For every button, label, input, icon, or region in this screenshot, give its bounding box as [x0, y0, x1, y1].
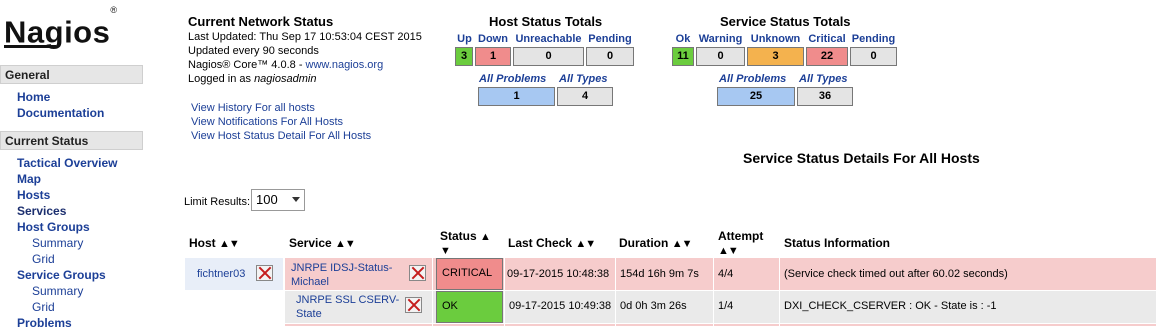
host-up-count[interactable]: 3	[455, 47, 473, 66]
service-critical-count[interactable]: 22	[806, 47, 848, 66]
nav-item-home[interactable]: Home	[17, 90, 50, 104]
nav-item-host-groups-grid[interactable]: Grid	[32, 252, 55, 266]
service-totals-title: Service Status Totals	[720, 14, 851, 29]
nav-item-map[interactable]: Map	[17, 172, 41, 186]
sidebar: Nagios® General Home Documentation Curre…	[0, 0, 145, 330]
notifications-disabled-icon[interactable]	[405, 297, 422, 313]
column-header-host[interactable]: Host ▲▼	[189, 236, 240, 250]
column-divider	[713, 258, 714, 326]
service-header-critical[interactable]: Critical	[806, 33, 848, 45]
column-header-duration[interactable]: Duration ▲▼	[619, 236, 693, 250]
service-all-types-count[interactable]: 36	[797, 87, 853, 106]
network-status-title: Current Network Status	[188, 14, 334, 29]
service-header-unknown[interactable]: Unknown	[747, 33, 804, 45]
nav-item-service-groups[interactable]: Service Groups	[17, 268, 106, 282]
nav-item-service-groups-summary[interactable]: Summary	[32, 284, 83, 298]
host-header-pending[interactable]: Pending	[586, 33, 634, 45]
last-updated-text: Last Updated: Thu Sep 17 10:53:04 CEST 2…	[188, 31, 422, 43]
nav-section-current-status: Current Status	[0, 131, 143, 150]
host-header-unreachable[interactable]: Unreachable	[513, 33, 584, 45]
nav-item-hosts[interactable]: Hosts	[17, 188, 50, 202]
host-all-problems-count[interactable]: 1	[478, 87, 555, 106]
status-badge-ok[interactable]: OK	[436, 291, 503, 323]
column-divider	[779, 258, 780, 326]
service-unknown-count[interactable]: 3	[747, 47, 804, 66]
nav-item-host-groups[interactable]: Host Groups	[17, 220, 90, 234]
last-check-value: 09-17-2015 10:48:38	[507, 268, 610, 280]
column-divider	[615, 258, 616, 326]
service-ok-count[interactable]: 11	[672, 47, 694, 66]
duration-value: 0d 0h 3m 26s	[620, 300, 687, 312]
duration-value: 154d 16h 9m 7s	[620, 268, 699, 280]
service-name-link[interactable]: JNRPE IDSJ-Status- Michael	[291, 261, 392, 289]
host-pending-count[interactable]: 0	[586, 47, 634, 66]
nav-item-host-groups-summary[interactable]: Summary	[32, 236, 83, 250]
service-header-pending[interactable]: Pending	[850, 33, 897, 45]
page-title: Service Status Details For All Hosts	[743, 150, 980, 166]
nav-item-tactical-overview[interactable]: Tactical Overview	[17, 156, 118, 170]
column-header-status-information[interactable]: Status Information	[784, 236, 890, 250]
version-text: Nagios® Core™ 4.0.8 - www.nagios.org	[188, 59, 384, 71]
host-name-link[interactable]: fichtner03	[197, 268, 245, 280]
view-host-status-detail-link[interactable]: View Host Status Detail For All Hosts	[191, 130, 371, 142]
service-all-types-label[interactable]: All Types	[799, 73, 848, 85]
nav-section-general: General	[0, 65, 143, 84]
attempt-value: 4/4	[718, 268, 734, 280]
nav-item-documentation[interactable]: Documentation	[17, 106, 104, 120]
column-divider	[432, 258, 433, 326]
sort-arrows-icon[interactable]: ▲▼	[575, 238, 596, 250]
limit-results-value: 100	[256, 192, 278, 207]
column-divider	[504, 258, 505, 326]
host-unreachable-count[interactable]: 0	[513, 47, 584, 66]
view-notifications-link[interactable]: View Notifications For All Hosts	[191, 116, 343, 128]
limit-results-label: Limit Results:	[184, 196, 251, 208]
host-down-count[interactable]: 1	[475, 47, 511, 66]
host-header-up[interactable]: Up	[456, 33, 473, 45]
service-header-ok[interactable]: Ok	[672, 33, 694, 45]
column-header-last-check[interactable]: Last Check ▲▼	[508, 236, 596, 250]
sort-up-icon[interactable]: ▲	[480, 231, 491, 243]
status-badge-critical[interactable]: CRITICAL	[436, 258, 503, 290]
service-all-problems-label[interactable]: All Problems	[719, 73, 786, 85]
service-header-warning[interactable]: Warning	[696, 33, 745, 45]
service-pending-count[interactable]: 0	[850, 47, 897, 66]
host-totals-title: Host Status Totals	[489, 14, 603, 29]
column-header-attempt[interactable]: Attempt ▲▼	[718, 229, 763, 257]
update-interval-text: Updated every 90 seconds	[188, 45, 319, 57]
logged-in-text: Logged in as nagiosadmin	[188, 73, 317, 85]
logged-in-user: nagiosadmin	[254, 73, 317, 85]
last-check-value: 09-17-2015 10:49:38	[509, 300, 612, 312]
nagios-website-link[interactable]: www.nagios.org	[306, 59, 384, 71]
sort-down-icon[interactable]: ▼	[440, 245, 451, 257]
notifications-disabled-icon[interactable]	[409, 265, 426, 281]
chevron-down-icon	[292, 197, 300, 202]
status-information-value: (Service check timed out after 60.02 sec…	[784, 268, 1008, 280]
host-all-types-count[interactable]: 4	[557, 87, 613, 106]
service-name-link[interactable]: JNRPE SSL CSERV- State	[296, 293, 399, 321]
service-all-problems-count[interactable]: 25	[717, 87, 795, 106]
sort-arrows-icon[interactable]: ▲▼	[219, 238, 240, 250]
attempt-value: 1/4	[718, 300, 734, 312]
status-information-value: DXI_CHECK_CSERVER : OK - State is : -1	[784, 300, 997, 312]
host-header-down[interactable]: Down	[475, 33, 511, 45]
sort-arrows-icon[interactable]: ▲▼	[672, 238, 693, 250]
nav-item-services[interactable]: Services	[17, 204, 66, 218]
service-warning-count[interactable]: 0	[696, 47, 745, 66]
view-history-link[interactable]: View History For all hosts	[191, 102, 315, 114]
host-all-problems-label[interactable]: All Problems	[479, 73, 546, 85]
nav-item-service-groups-grid[interactable]: Grid	[32, 300, 55, 314]
host-all-types-label[interactable]: All Types	[559, 73, 608, 85]
sort-arrows-icon[interactable]: ▲▼	[335, 238, 356, 250]
notifications-disabled-icon[interactable]	[256, 265, 273, 281]
sort-arrows-icon[interactable]: ▲▼	[718, 245, 739, 257]
network-status-info: Current Network Status Last Updated: Thu…	[188, 14, 448, 86]
column-header-service[interactable]: Service ▲▼	[289, 236, 356, 250]
limit-results-select[interactable]: 100	[251, 189, 305, 211]
nav-item-problems[interactable]: Problems	[17, 316, 72, 330]
column-header-status[interactable]: Status ▲ ▼	[440, 229, 491, 257]
logo-underline	[4, 45, 56, 48]
view-links: View History For all hosts View Notifica…	[191, 101, 371, 143]
